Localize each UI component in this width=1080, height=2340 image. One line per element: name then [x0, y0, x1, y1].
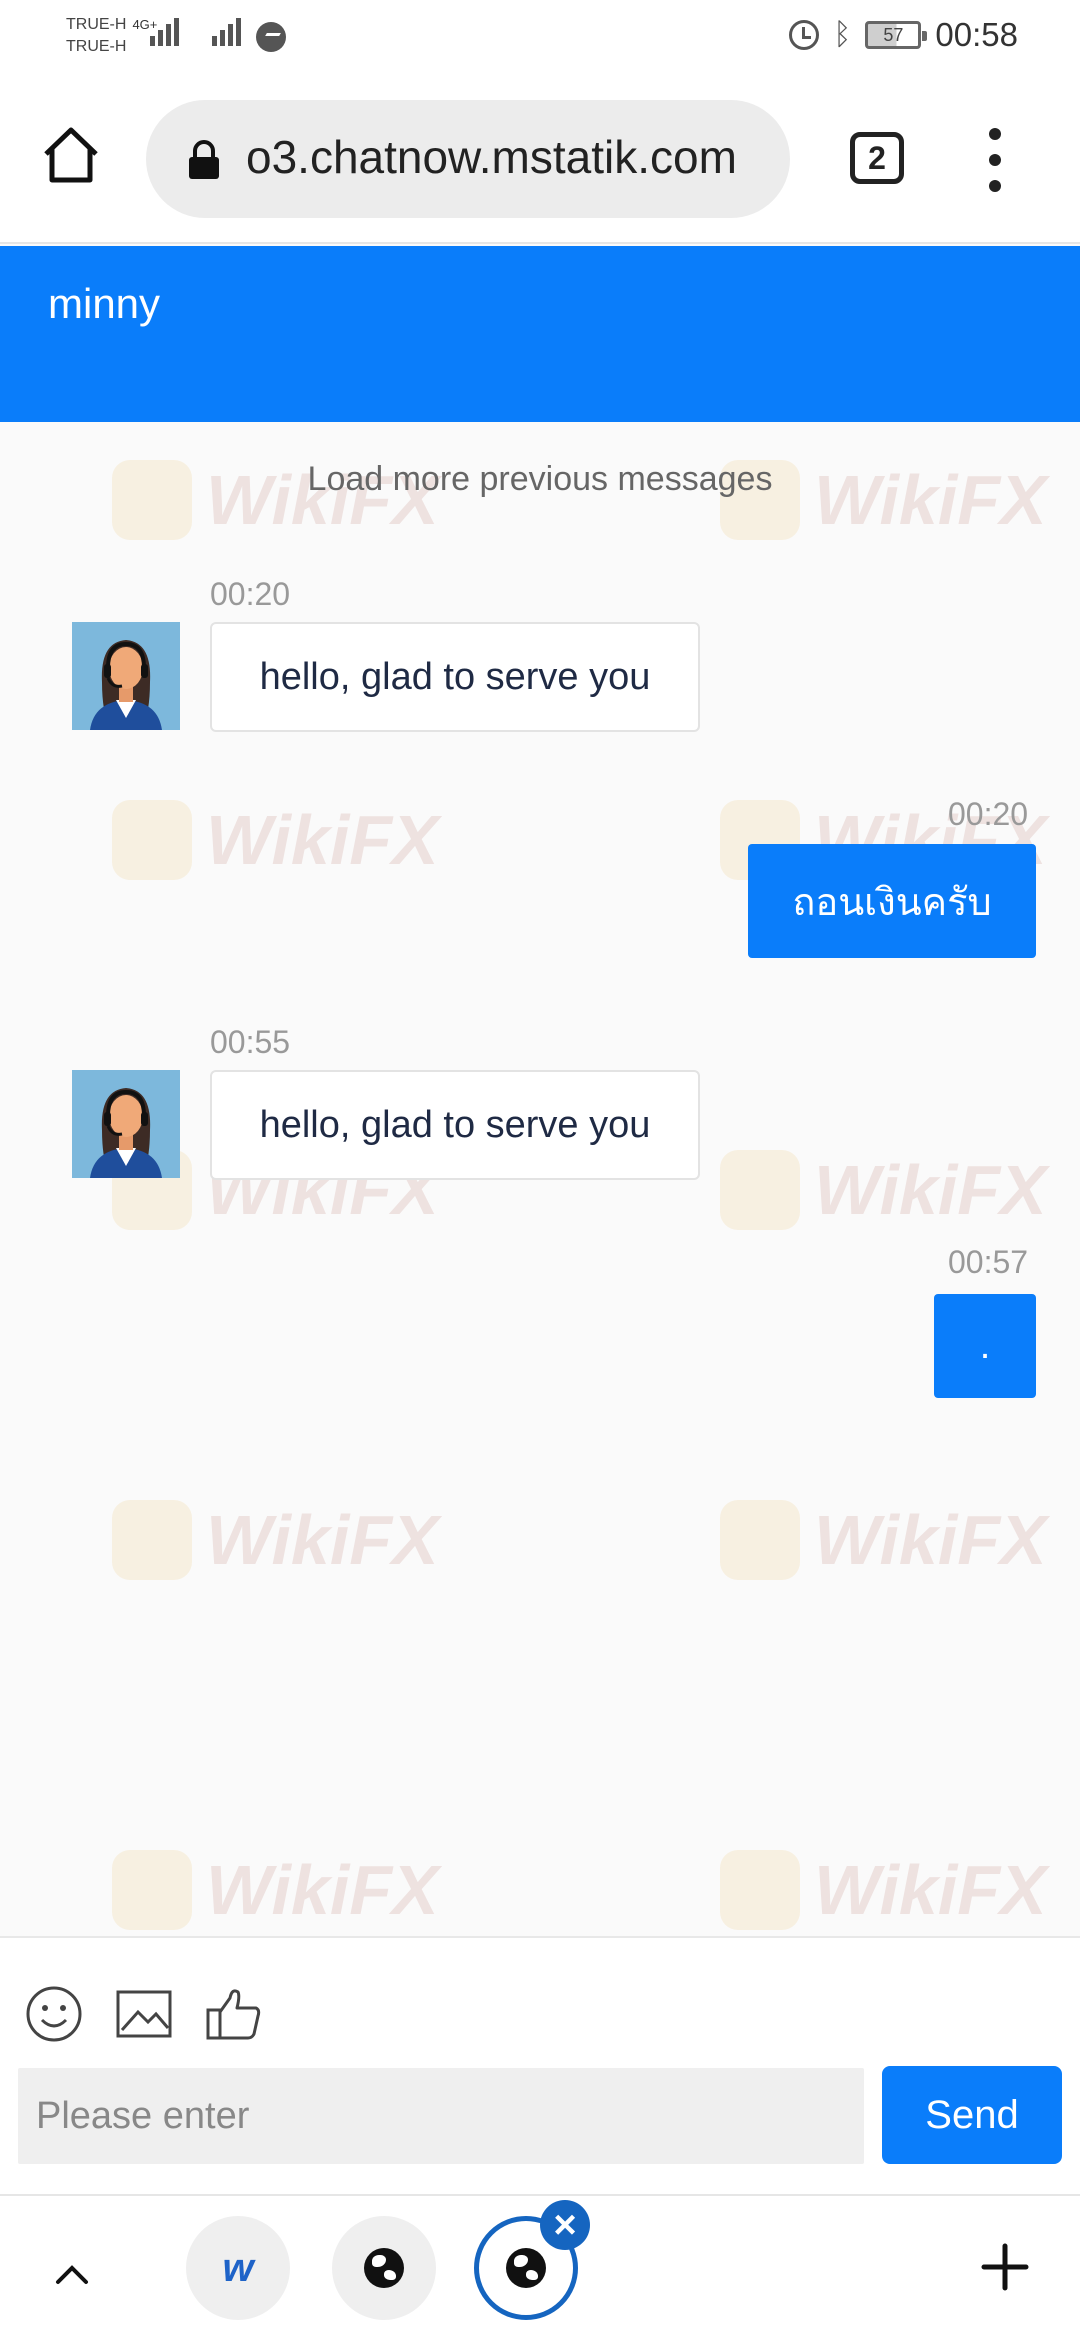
signal-icon: [212, 18, 241, 46]
url-text: o3.chatnow.mstatik.com: [246, 131, 737, 183]
tab-switcher-button[interactable]: 2: [850, 132, 904, 184]
browser-bottom-bar: w ×: [0, 2194, 1080, 2340]
chat-header: minny: [0, 246, 1080, 422]
chat-page: TRUE-H 4G+ TRUE-H ᛒ 57 00:58 o3.chatnow.m…: [0, 0, 1080, 2340]
message-composer: Send: [0, 1936, 1080, 2194]
browser-menu-button[interactable]: [980, 128, 1010, 192]
new-tab-icon[interactable]: [980, 2242, 1030, 2292]
watermark-logo-icon: [720, 1500, 800, 1580]
tab-thumbnail[interactable]: w: [186, 2216, 290, 2320]
chevron-up-icon[interactable]: [52, 2254, 92, 2294]
watermark: WikiFX: [720, 1850, 1047, 1930]
watermark-text: WikiFX: [814, 1851, 1047, 1929]
watermark: WikiFX: [720, 1150, 1047, 1230]
globe-icon: [506, 2248, 546, 2288]
signal-icon: [150, 18, 179, 46]
message-time: 00:57: [948, 1244, 1029, 1280]
thumbs-up-icon[interactable]: [204, 1984, 264, 2044]
agent-name: minny: [48, 280, 161, 327]
watermark-logo-icon: [112, 1500, 192, 1580]
clock: 00:58: [935, 16, 1018, 53]
watermark-text: WikiFX: [814, 1501, 1047, 1579]
status-right: ᛒ 57 00:58: [789, 16, 1018, 54]
menu-dot-icon: [989, 154, 1001, 166]
carrier-info: TRUE-H 4G+ TRUE-H: [66, 14, 157, 58]
message-time: 00:20: [210, 576, 291, 612]
watermark-text: WikiFX: [206, 1851, 439, 1929]
battery-level: 57: [883, 24, 904, 45]
agent-avatar-icon: [72, 622, 180, 730]
watermark-logo-icon: [112, 800, 192, 880]
watermark: WikiFX: [112, 1850, 439, 1930]
image-icon[interactable]: [114, 1984, 174, 2044]
menu-dot-icon: [989, 128, 1001, 140]
menu-dot-icon: [989, 180, 1001, 192]
watermark-text: WikiFX: [206, 1501, 439, 1579]
watermark-logo-icon: [720, 1850, 800, 1930]
message-time: 00:55: [210, 1024, 291, 1060]
watermark: WikiFX: [112, 1500, 439, 1580]
wikifx-logo-icon: w: [222, 2245, 254, 2290]
agent-avatar: [72, 1070, 180, 1178]
incoming-message-bubble: hello, glad to serve you: [210, 1070, 700, 1180]
watermark-logo-icon: [720, 1150, 800, 1230]
status-bar: TRUE-H 4G+ TRUE-H ᛒ 57 00:58: [0, 0, 1080, 78]
emoji-icon[interactable]: [24, 1984, 84, 2044]
message-input[interactable]: [18, 2068, 864, 2164]
watermark-text: WikiFX: [206, 801, 439, 879]
message-time: 00:20: [948, 796, 1029, 832]
incoming-message-bubble: hello, glad to serve you: [210, 622, 700, 732]
agent-avatar-icon: [72, 1070, 180, 1178]
address-bar[interactable]: o3.chatnow.mstatik.com: [146, 100, 790, 218]
messenger-icon: [256, 22, 286, 52]
carrier-name-1: TRUE-H: [66, 16, 127, 33]
battery-icon: 57: [865, 21, 928, 49]
globe-icon: [364, 2248, 404, 2288]
bluetooth-icon: ᛒ: [833, 18, 852, 51]
watermark-text: WikiFX: [814, 1151, 1047, 1229]
watermark: WikiFX: [720, 1500, 1047, 1580]
carrier-name-2: TRUE-H: [66, 38, 127, 55]
agent-avatar: [72, 622, 180, 730]
close-tab-icon[interactable]: ×: [540, 2200, 590, 2250]
alarm-icon: [789, 20, 820, 50]
home-icon[interactable]: [40, 124, 102, 186]
outgoing-message-bubble: .: [934, 1294, 1036, 1398]
browser-toolbar: o3.chatnow.mstatik.com 2: [0, 78, 1080, 244]
outgoing-message-bubble: ถอนเงินครับ: [748, 844, 1036, 958]
load-more-link[interactable]: Load more previous messages: [0, 460, 1080, 499]
tab-thumbnail[interactable]: [332, 2216, 436, 2320]
watermark: WikiFX: [112, 800, 439, 880]
lock-icon: [189, 140, 219, 179]
watermark-logo-icon: [112, 1850, 192, 1930]
send-button[interactable]: Send: [882, 2066, 1062, 2164]
